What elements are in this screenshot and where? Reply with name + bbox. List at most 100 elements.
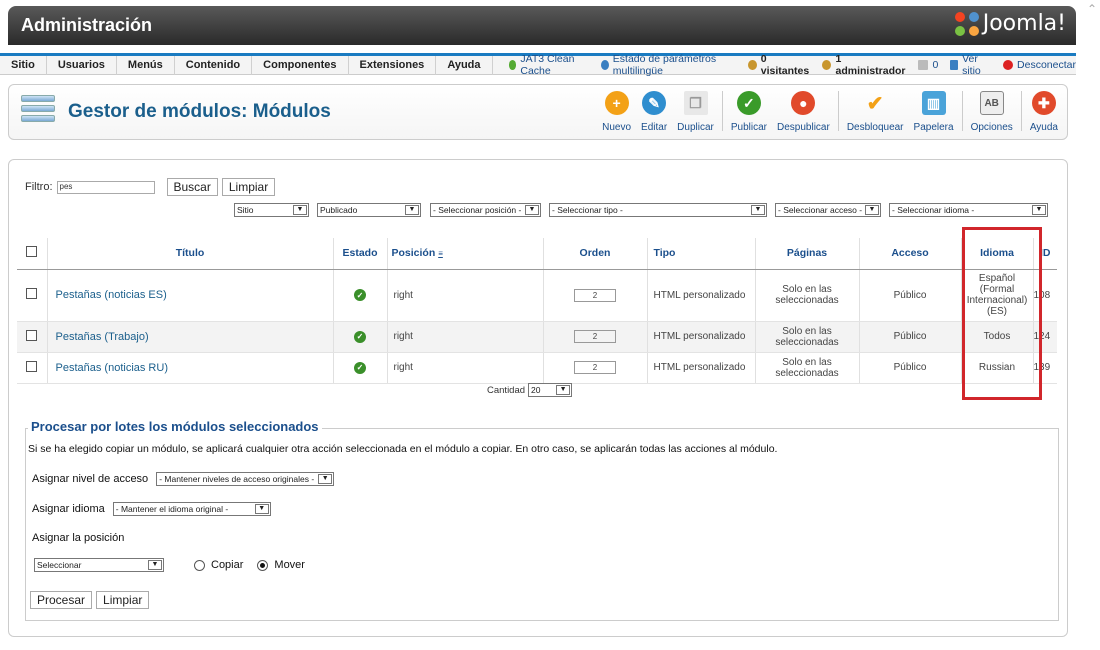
batch-position-value: Seleccionar: [37, 560, 82, 570]
menu-usuarios[interactable]: Usuarios: [47, 55, 117, 75]
site-select-value: Sitio: [237, 205, 254, 215]
batch-access-select[interactable]: - Mantener niveles de acceso originales …: [156, 472, 335, 486]
row-select-cell: [17, 352, 47, 384]
pagination-quantity: Cantidad 20 ▼: [487, 383, 573, 397]
type-select[interactable]: - Seleccionar tipo - ▼: [549, 203, 767, 217]
chevron-down-icon: ▼: [148, 560, 162, 570]
order-input[interactable]: 2: [574, 361, 616, 374]
batch-language-select[interactable]: - Mantener el idioma original - ▼: [112, 502, 271, 516]
order-header[interactable]: Orden: [542, 238, 647, 270]
messages-link[interactable]: 0: [918, 59, 938, 71]
messages-count: 0: [932, 59, 939, 71]
access-header[interactable]: Acceso: [858, 238, 961, 270]
title-cell: Pestañas (noticias RU): [46, 352, 333, 384]
main-panel: Filtro: pes Buscar Limpiar Sitio ▼ Public…: [8, 159, 1068, 637]
options-label: Opciones: [970, 122, 1013, 133]
menu-extensiones[interactable]: Extensiones: [349, 55, 437, 75]
quantity-select[interactable]: 20 ▼: [528, 383, 573, 397]
module-title-link[interactable]: Pestañas (Trabajo): [56, 331, 149, 343]
language-select[interactable]: - Seleccionar idioma - ▼: [889, 203, 1048, 217]
process-button[interactable]: Procesar: [30, 591, 93, 609]
state-select[interactable]: Publicado ▼: [317, 203, 421, 217]
search-button[interactable]: Buscar: [166, 178, 218, 196]
copy-radio[interactable]: [194, 559, 205, 571]
table-row: Pestañas (Trabajo) ✓ right 2 HTML person…: [17, 321, 1057, 353]
select-all-header: [17, 238, 47, 270]
view-site-link[interactable]: Ver sitio: [950, 53, 991, 77]
language-cell: Español (Formal Internacional) (ES): [960, 269, 1033, 322]
new-button[interactable]: + Nuevo: [597, 91, 636, 133]
unpublish-button[interactable]: ● Despublicar: [772, 91, 835, 133]
copy-icon: ❐: [683, 91, 708, 115]
duplicate-button[interactable]: ❐ Duplicar: [672, 91, 719, 133]
position-select[interactable]: - Seleccionar posición - ▼: [430, 203, 541, 217]
published-check-icon[interactable]: ✓: [354, 289, 366, 301]
row-checkbox[interactable]: [26, 288, 38, 299]
menu-sitio[interactable]: Sitio: [0, 55, 47, 75]
batch-clear-button[interactable]: Limpiar: [96, 591, 150, 609]
pages-cell: Solo en las seleccionadas: [754, 321, 859, 353]
edit-button[interactable]: ✎ Editar: [636, 91, 672, 133]
menu-componentes[interactable]: Componentes: [252, 55, 349, 75]
state-select-value: Publicado: [320, 205, 358, 215]
help-button[interactable]: ✚ Ayuda: [1025, 91, 1063, 133]
title-cell: Pestañas (Trabajo): [46, 321, 333, 353]
module-title-link[interactable]: Pestañas (noticias ES): [56, 289, 167, 301]
position-cell: right: [386, 269, 543, 322]
cache-label: JAT3 Clean Cache: [520, 53, 575, 77]
table-row: Pestañas (noticias RU) ✓ right 2 HTML pe…: [17, 352, 1057, 384]
menu-menus[interactable]: Menús: [117, 55, 175, 75]
title-header[interactable]: Título: [46, 238, 333, 270]
row-checkbox[interactable]: [26, 360, 38, 372]
trash-icon: ▥: [921, 91, 946, 115]
stop-icon: ●: [791, 91, 816, 115]
access-cell: Público: [858, 269, 961, 322]
order-input[interactable]: 2: [574, 330, 616, 343]
options-button[interactable]: AB Opciones: [966, 91, 1018, 133]
published-check-icon[interactable]: ✓: [354, 330, 366, 343]
options-icon: AB: [979, 91, 1004, 115]
cache-link[interactable]: JAT3 Clean Cache: [508, 53, 589, 77]
help-label: Ayuda: [1029, 122, 1058, 133]
state-header[interactable]: Estado: [332, 238, 387, 270]
module-title-link[interactable]: Pestañas (noticias RU): [56, 362, 169, 374]
batch-position-select[interactable]: Seleccionar ▼: [34, 558, 164, 572]
checkin-button[interactable]: ✔ Desbloquear: [842, 91, 909, 134]
order-cell: 2: [542, 269, 647, 322]
type-header[interactable]: Tipo: [646, 238, 755, 270]
chevron-down-icon: ▼: [254, 504, 269, 514]
mail-icon: [918, 60, 929, 70]
joomla-logo: Joomla!: [954, 11, 1066, 36]
checkin-label: Desbloquear: [846, 122, 904, 133]
move-radio[interactable]: [257, 559, 269, 571]
menu-contenido[interactable]: Contenido: [175, 55, 253, 75]
visitors-status: 0 visitantes: [748, 53, 810, 77]
row-checkbox[interactable]: [26, 329, 38, 341]
type-select-value: - Seleccionar tipo -: [552, 205, 623, 215]
state-cell: ✓: [332, 352, 387, 384]
site-select[interactable]: Sitio ▼: [234, 203, 309, 217]
publish-button[interactable]: ✓ Publicar: [726, 91, 772, 133]
id-header[interactable]: ID: [1032, 238, 1057, 270]
select-all-checkbox[interactable]: [26, 246, 38, 258]
globe-icon: [600, 60, 609, 70]
scroll-up-icon[interactable]: ⌃: [1087, 2, 1097, 16]
access-select[interactable]: - Seleccionar acceso - ▼: [775, 203, 881, 217]
page-title: Gestor de módulos: Módulos: [68, 101, 331, 122]
state-cell: ✓: [332, 321, 387, 353]
trash-button[interactable]: ▥ Papelera: [909, 91, 959, 133]
order-cell: 2: [542, 352, 647, 384]
order-input[interactable]: 2: [574, 288, 616, 302]
language-header[interactable]: Idioma: [960, 238, 1033, 270]
published-check-icon[interactable]: ✓: [354, 361, 366, 374]
multilang-link[interactable]: Estado de parámetros multilingüe: [600, 53, 736, 77]
chevron-down-icon: ▼: [293, 205, 307, 215]
toolbar-divider: [721, 91, 723, 131]
filter-search-input[interactable]: pes: [56, 180, 155, 194]
title-cell: Pestañas (noticias ES): [46, 269, 333, 322]
position-header[interactable]: Posición ≡: [386, 238, 543, 270]
pages-header[interactable]: Páginas: [754, 238, 859, 270]
logout-link[interactable]: Desconectar: [1003, 59, 1076, 71]
clear-button[interactable]: Limpiar: [221, 178, 276, 196]
menu-ayuda[interactable]: Ayuda: [436, 55, 493, 75]
